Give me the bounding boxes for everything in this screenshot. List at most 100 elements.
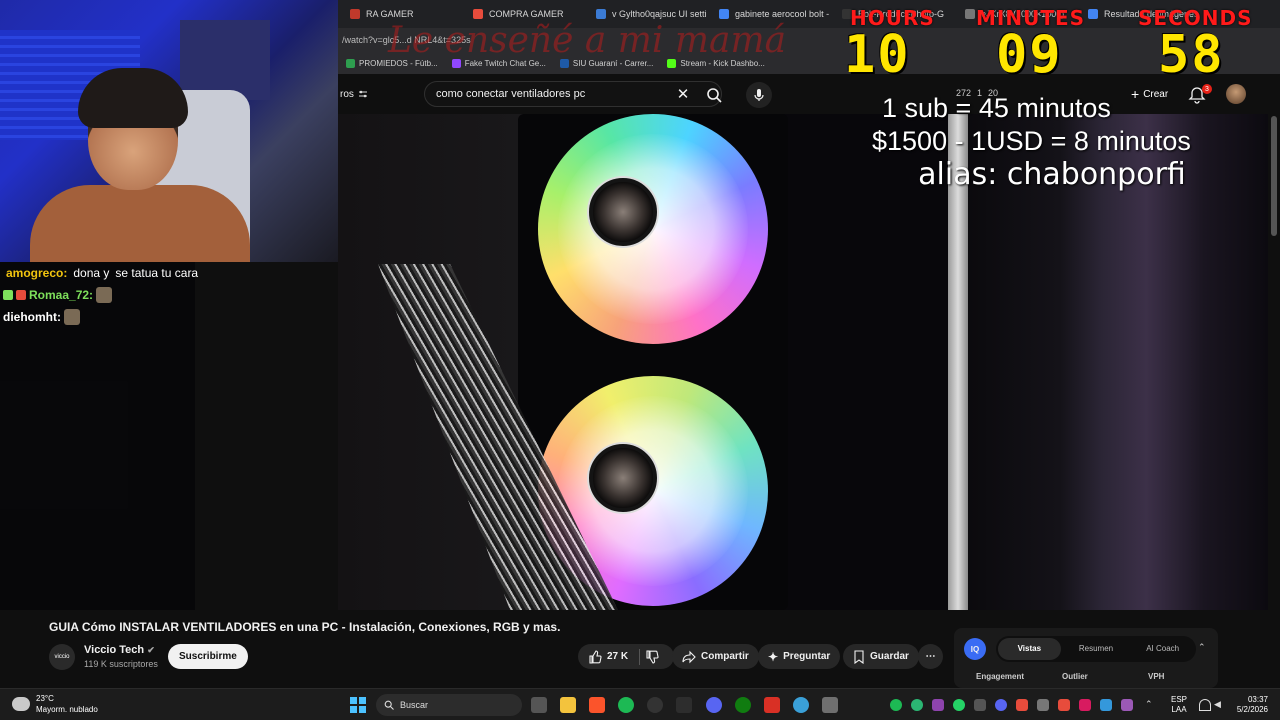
- tray-spotify-icon[interactable]: [890, 699, 902, 711]
- subscriber-count: 119 K suscriptores: [84, 659, 158, 669]
- tab-resumen[interactable]: Resumen: [1065, 638, 1128, 660]
- chat-user: Romaa_72:: [29, 288, 94, 302]
- chat-badge-icon: [16, 290, 26, 300]
- rule-line: alias: chabonporfi: [918, 157, 1186, 192]
- sliders-icon: [358, 90, 367, 98]
- thumbs-up-icon: [589, 649, 602, 664]
- chat-text: se tatua tu cara: [115, 266, 199, 280]
- rule-line: 1 sub = 45 minutos: [882, 93, 1111, 123]
- chat-emote-icon: [96, 287, 113, 303]
- weather-temp: 23°C: [36, 694, 54, 703]
- system-clock[interactable]: 03:37 5/2/2026: [1232, 695, 1268, 715]
- chat-message: diehomht:: [0, 306, 195, 328]
- search-button[interactable]: [701, 82, 727, 108]
- tray-icon[interactable]: [1079, 699, 1091, 711]
- bookmark-favicon-icon: [346, 58, 355, 68]
- obs-icon[interactable]: [647, 697, 663, 713]
- subscribe-button[interactable]: Suscribirme: [168, 644, 248, 669]
- tray-icon[interactable]: [1058, 699, 1070, 711]
- chat-user: amogreco:: [6, 266, 68, 280]
- tray-whatsapp-icon[interactable]: [953, 699, 965, 711]
- file-explorer-icon[interactable]: [560, 697, 576, 713]
- tray-discord-icon[interactable]: [995, 699, 1007, 711]
- tab-ai-coach[interactable]: AI Coach: [1131, 638, 1194, 660]
- ask-button[interactable]: ✦ Preguntar: [758, 644, 841, 669]
- tray-icon[interactable]: [932, 699, 944, 711]
- chat-message: Romaa_72:: [0, 284, 195, 306]
- chat-user: diehomht:: [3, 310, 61, 324]
- brave-browser-icon[interactable]: [589, 697, 605, 713]
- chat-text: dona y: [73, 266, 110, 280]
- mic-icon: [754, 89, 764, 101]
- chat-badge-icon: [3, 290, 13, 300]
- fan-hub: [589, 444, 657, 512]
- task-view-icon[interactable]: [531, 697, 547, 713]
- save-button[interactable]: Guardar: [843, 644, 919, 669]
- rgb-fan-top: [538, 114, 768, 344]
- webcam-shelf: [180, 20, 270, 100]
- tray-icon[interactable]: [1037, 699, 1049, 711]
- like-button[interactable]: 27 K: [578, 644, 674, 669]
- tab-favicon-icon: [473, 9, 483, 19]
- channel-name[interactable]: Viccio Tech ✔: [84, 644, 155, 656]
- search-icon: [384, 700, 394, 710]
- clock-date: 5/2/2026: [1236, 705, 1268, 714]
- subathon-timer: HOURS MINUTES SECONDS 10 09 58: [840, 6, 1270, 82]
- tray-icon[interactable]: [911, 699, 923, 711]
- clear-icon[interactable]: ✕: [674, 85, 692, 103]
- tab-favicon-icon: [719, 9, 729, 19]
- calculator-icon[interactable]: [822, 697, 838, 713]
- webcam-overlay: [0, 0, 338, 262]
- volume-icon[interactable]: ◀: [1214, 699, 1226, 711]
- page-scrollbar[interactable]: [1268, 114, 1280, 610]
- tab-vistas[interactable]: Vistas: [998, 638, 1061, 660]
- taskbar-search-label: Buscar: [400, 700, 429, 710]
- tray-icon[interactable]: [1016, 699, 1028, 711]
- more-actions-button[interactable]: ⋯: [918, 644, 943, 669]
- rule-line: $1500 - 1USD = 8 minutos: [872, 126, 1191, 156]
- video-info: GUIA Cómo INSTALAR VENTILADORES en una P…: [0, 610, 1280, 688]
- timer-seconds: 58: [1158, 25, 1225, 85]
- filter-label: ros: [340, 88, 354, 100]
- column-header: VPH: [1148, 672, 1165, 681]
- start-button-windows-icon[interactable]: [350, 697, 366, 713]
- app-icon[interactable]: [676, 697, 692, 713]
- channel-avatar[interactable]: viccio: [49, 644, 75, 670]
- share-label: Compartir: [701, 651, 749, 662]
- discord-icon[interactable]: [706, 697, 722, 713]
- tray-icon[interactable]: [974, 699, 986, 711]
- share-button[interactable]: Compartir: [672, 644, 759, 669]
- filter-chip[interactable]: ros: [340, 89, 410, 100]
- timer-minutes: 09: [996, 25, 1063, 85]
- fan-hub: [589, 178, 657, 246]
- tray-icon[interactable]: [1121, 699, 1133, 711]
- sparkle-icon: ✦: [768, 649, 779, 664]
- like-count: 27 K: [607, 651, 629, 662]
- thumbs-down-icon[interactable]: [645, 649, 659, 664]
- weather-icon: [12, 697, 30, 711]
- search-query: como conectar ventiladores pc: [436, 88, 586, 100]
- tray-icon[interactable]: [1100, 699, 1112, 711]
- vidiq-logo: IQ: [964, 638, 986, 660]
- save-label: Guardar: [870, 651, 909, 662]
- stream-banner-text: Le enseñé a mi mamá: [388, 20, 787, 61]
- wifi-icon[interactable]: [1199, 699, 1211, 711]
- weather-widget[interactable]: 23°C Mayorm. nublado: [12, 693, 98, 715]
- globe-icon[interactable]: [793, 697, 809, 713]
- app-icon[interactable]: [764, 697, 780, 713]
- ask-label: Preguntar: [783, 651, 831, 662]
- taskbar-search[interactable]: Buscar: [376, 694, 522, 716]
- video-title: GUIA Cómo INSTALAR VENTILADORES en una P…: [49, 620, 561, 634]
- screen: RA GAMER COMPRA GAMER v Gyltho0qajsuc UI…: [0, 0, 1280, 720]
- spotify-icon[interactable]: [618, 697, 634, 713]
- clock-time: 03:37: [1247, 695, 1268, 704]
- analytics-tabs: Vistas Resumen AI Coach: [996, 636, 1196, 662]
- chevron-up-icon[interactable]: ⌃: [1198, 642, 1206, 653]
- language-indicator[interactable]: ESP LAA: [1171, 695, 1187, 715]
- xbox-icon[interactable]: [735, 697, 751, 713]
- scrollbar-thumb[interactable]: [1271, 116, 1277, 236]
- voice-search-button[interactable]: [746, 82, 772, 108]
- column-header: Outlier: [1062, 672, 1088, 681]
- chevron-up-icon[interactable]: ⌃: [1145, 699, 1157, 711]
- share-icon: [682, 650, 696, 663]
